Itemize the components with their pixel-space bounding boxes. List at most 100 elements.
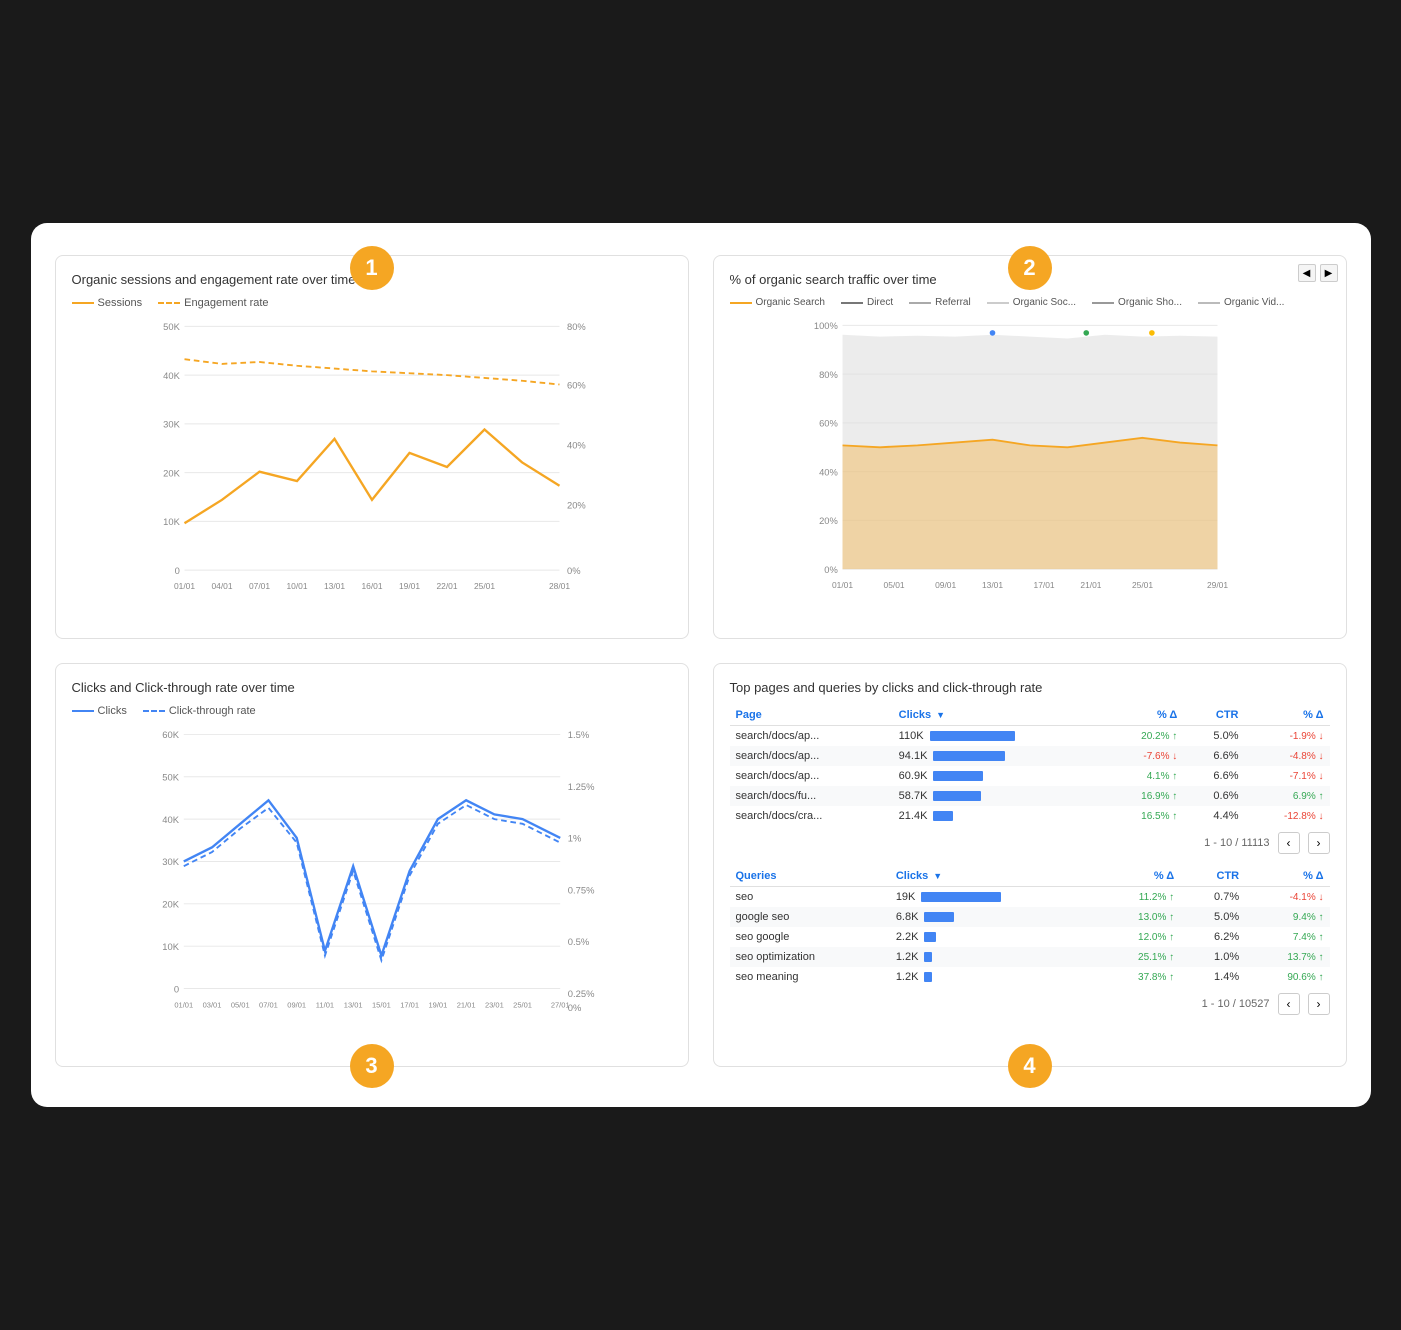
queries-pagination: 1 - 10 / 10527 ‹ ›	[730, 993, 1330, 1015]
pages-pagination: 1 - 10 / 11113 ‹ ›	[730, 832, 1330, 854]
svg-text:0: 0	[174, 566, 179, 576]
svg-text:13/01: 13/01	[981, 580, 1002, 590]
dashboard-container: 1 Organic sessions and engagement rate o…	[31, 223, 1371, 1107]
page-ctr: 6.6%	[1183, 746, 1244, 766]
legend-ctr-label: Click-through rate	[169, 705, 256, 717]
chart-2-card: 2 % of organic search traffic over time …	[713, 255, 1347, 639]
svg-text:0%: 0%	[824, 565, 838, 575]
svg-text:40K: 40K	[162, 814, 179, 825]
svg-text:17/01: 17/01	[400, 1000, 419, 1009]
page-name: search/docs/ap...	[730, 746, 893, 766]
legend-organic-vid-label: Organic Vid...	[1224, 297, 1284, 308]
chart-1-area: 50K 40K 30K 20K 10K 0 80% 60% 40% 20% 0%	[72, 317, 672, 622]
chart-1-legend: Sessions Engagement rate	[72, 297, 672, 309]
svg-text:13/01: 13/01	[323, 581, 344, 591]
nav-next[interactable]: ▶	[1320, 264, 1338, 282]
svg-text:1.25%: 1.25%	[567, 781, 594, 792]
svg-text:30K: 30K	[162, 856, 179, 867]
page-pct-delta: 4.1% ↑	[1104, 766, 1183, 786]
svg-text:03/01: 03/01	[202, 1000, 221, 1009]
page-ctr: 6.6%	[1183, 766, 1244, 786]
svg-text:0%: 0%	[567, 1002, 581, 1013]
col-queries[interactable]: Queries	[730, 866, 890, 887]
col-clicks-sort-2[interactable]: Clicks ▼	[890, 866, 1096, 887]
legend-referral-line	[909, 302, 931, 304]
svg-text:0%: 0%	[567, 566, 581, 576]
badge-1: 1	[350, 246, 394, 290]
legend-organic-label: Organic Search	[756, 297, 825, 308]
query-name: seo google	[730, 927, 890, 947]
query-pct-delta: 12.0% ↑	[1096, 927, 1180, 947]
legend-organic-sho: Organic Sho...	[1092, 297, 1182, 308]
page-pct-delta: -7.6% ↓	[1104, 746, 1183, 766]
query-ctr: 0.7%	[1180, 887, 1245, 908]
legend-organic-vid-line	[1198, 302, 1220, 304]
pages-next-btn[interactable]: ›	[1308, 832, 1330, 854]
page-name: search/docs/ap...	[730, 726, 893, 747]
page-pct-delta: 16.9% ↑	[1104, 786, 1183, 806]
chart-3-svg: 60K 50K 40K 30K 20K 10K 0 1.5% 1.25% 1% …	[72, 725, 672, 1045]
svg-text:25/01: 25/01	[473, 581, 494, 591]
svg-text:05/01: 05/01	[230, 1000, 249, 1009]
svg-text:19/01: 19/01	[428, 1000, 447, 1009]
svg-text:80%: 80%	[819, 370, 838, 380]
page-ctr: 5.0%	[1183, 726, 1244, 747]
svg-text:1%: 1%	[567, 833, 581, 844]
svg-text:1.5%: 1.5%	[567, 729, 589, 740]
svg-text:10K: 10K	[163, 517, 180, 527]
svg-text:01/01: 01/01	[174, 1000, 193, 1009]
query-clicks: 1.2K	[890, 947, 1096, 967]
pages-row-4: search/docs/cra... 21.4K 16.5% ↑ 4.4% -1…	[730, 806, 1330, 826]
chart-2-legend: Organic Search Direct Referral Organic S…	[730, 297, 1330, 308]
svg-text:21/01: 21/01	[456, 1000, 475, 1009]
queries-row-2: seo google 2.2K 12.0% ↑ 6.2% 7.4% ↑	[730, 927, 1330, 947]
page-clicks: 94.1K	[893, 746, 1104, 766]
chart-4-title: Top pages and queries by clicks and clic…	[730, 680, 1330, 695]
queries-row-3: seo optimization 1.2K 25.1% ↑ 1.0% 13.7%…	[730, 947, 1330, 967]
col-clicks-sort[interactable]: Clicks ▼	[893, 705, 1104, 726]
chart-2-area: 100% 80% 60% 40% 20% 0%	[730, 316, 1330, 621]
svg-text:50K: 50K	[162, 772, 179, 783]
chart-3-legend: Clicks Click-through rate	[72, 705, 672, 717]
svg-text:13/01: 13/01	[343, 1000, 362, 1009]
col-pct-delta-1: % Δ	[1104, 705, 1183, 726]
chart-4-card: 4 Top pages and queries by clicks and cl…	[713, 663, 1347, 1067]
queries-prev-btn[interactable]: ‹	[1278, 993, 1300, 1015]
legend-organic-sho-line	[1092, 302, 1114, 304]
badge-2: 2	[1008, 246, 1052, 290]
chart-2-nav: ◀ ▶	[1298, 264, 1338, 282]
svg-text:09/01: 09/01	[935, 580, 956, 590]
chart-3-card: 3 Clicks and Click-through rate over tim…	[55, 663, 689, 1067]
query-pct-delta: 25.1% ↑	[1096, 947, 1180, 967]
nav-prev[interactable]: ◀	[1298, 264, 1316, 282]
legend-ctr: Click-through rate	[143, 705, 256, 717]
query-name: google seo	[730, 907, 890, 927]
svg-text:30K: 30K	[163, 420, 180, 430]
col-pct-delta-2: % Δ	[1096, 866, 1180, 887]
legend-referral: Referral	[909, 297, 971, 308]
legend-clicks: Clicks	[72, 705, 127, 717]
badge-4: 4	[1008, 1044, 1052, 1088]
legend-engagement: Engagement rate	[158, 297, 268, 309]
pages-row-0: search/docs/ap... 110K 20.2% ↑ 5.0% -1.9…	[730, 726, 1330, 747]
svg-text:60%: 60%	[567, 380, 586, 390]
svg-text:0.75%: 0.75%	[567, 884, 594, 895]
page-clicks: 21.4K	[893, 806, 1104, 826]
svg-text:20%: 20%	[819, 516, 838, 526]
queries-next-btn[interactable]: ›	[1308, 993, 1330, 1015]
col-page[interactable]: Page	[730, 705, 893, 726]
svg-text:0.5%: 0.5%	[567, 936, 589, 947]
legend-direct-line	[841, 302, 863, 304]
svg-text:0.25%: 0.25%	[567, 988, 594, 999]
svg-text:05/01: 05/01	[883, 580, 904, 590]
pages-table: Page Clicks ▼ % Δ CTR % Δ search/docs/ap…	[730, 705, 1330, 826]
legend-sessions-label: Sessions	[98, 297, 143, 309]
page-clicks: 60.9K	[893, 766, 1104, 786]
page-ctr: 4.4%	[1183, 806, 1244, 826]
pages-prev-btn[interactable]: ‹	[1278, 832, 1300, 854]
page-name: search/docs/cra...	[730, 806, 893, 826]
svg-text:80%: 80%	[567, 322, 586, 332]
svg-text:15/01: 15/01	[372, 1000, 391, 1009]
svg-text:50K: 50K	[163, 322, 180, 332]
svg-text:01/01: 01/01	[173, 581, 194, 591]
